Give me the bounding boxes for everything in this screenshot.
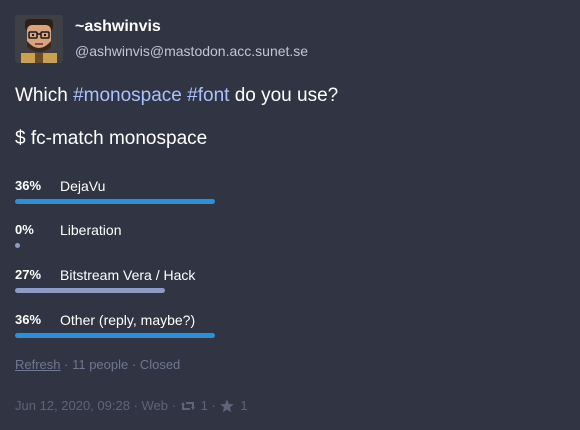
poll-bar (15, 288, 165, 293)
avatar[interactable] (15, 15, 63, 63)
boost-icon[interactable] (180, 399, 196, 413)
poll-option: 27% Bitstream Vera / Hack (15, 266, 575, 302)
application-name: Web (141, 398, 169, 413)
status-text-line-1: Which #monospace #font do you use? (15, 84, 338, 108)
poll-bar-track (15, 243, 215, 248)
poll-option: 36% Other (reply, maybe?) (15, 311, 575, 347)
status-card: ~ashwinvis @ashwinvis@mastodon.acc.sunet… (0, 0, 580, 430)
poll-bar-track (15, 333, 215, 338)
poll-bar (15, 243, 20, 248)
poll-option-label: Bitstream Vera / Hack (60, 267, 196, 283)
poll-option-percent: 27% (15, 267, 42, 282)
poll-option: 0% Liberation (15, 221, 575, 257)
separator: · (207, 398, 220, 413)
poll-bar-track (15, 288, 215, 293)
poll-option-percent: 0% (15, 222, 34, 237)
display-name[interactable]: ~ashwinvis (75, 18, 161, 36)
poll-voters-count: 11 people (72, 357, 129, 372)
favourite-count: 1 (240, 398, 248, 413)
text-prefix: Which (15, 85, 74, 106)
poll-option-label: DejaVu (60, 178, 106, 194)
separator: · (168, 398, 180, 413)
separator: · (129, 398, 142, 413)
timestamp[interactable]: Jun 12, 2020, 09:28 (15, 398, 130, 413)
hashtag-font[interactable]: #font (187, 85, 229, 106)
status-text-line-2: $ fc-match monospace (15, 128, 208, 149)
star-icon[interactable] (219, 399, 235, 413)
poll-option: 36% DejaVu (15, 177, 575, 213)
account-handle[interactable]: @ashwinvis@mastodon.acc.sunet.se (75, 43, 308, 59)
hashtag-monospace[interactable]: #monospace (73, 85, 182, 106)
avatar-image (15, 15, 63, 63)
boost-count: 1 (200, 398, 208, 413)
poll-bar (15, 199, 215, 204)
poll-status: Closed (139, 357, 181, 372)
poll-bar (15, 333, 215, 338)
separator: · (128, 357, 140, 372)
poll-footer: Refresh · 11 people · Closed (15, 357, 180, 372)
poll-bar-track (15, 199, 215, 204)
poll-option-percent: 36% (15, 178, 42, 193)
text-suffix: do you use? (229, 85, 339, 106)
poll-option-percent: 36% (15, 312, 42, 327)
separator: · (60, 357, 73, 372)
poll-option-label: Other (reply, maybe?) (60, 312, 196, 328)
poll-option-label: Liberation (60, 222, 122, 238)
status-meta: Jun 12, 2020, 09:28 · Web · 1 · 1 (15, 398, 248, 413)
refresh-link[interactable]: Refresh (15, 357, 61, 372)
